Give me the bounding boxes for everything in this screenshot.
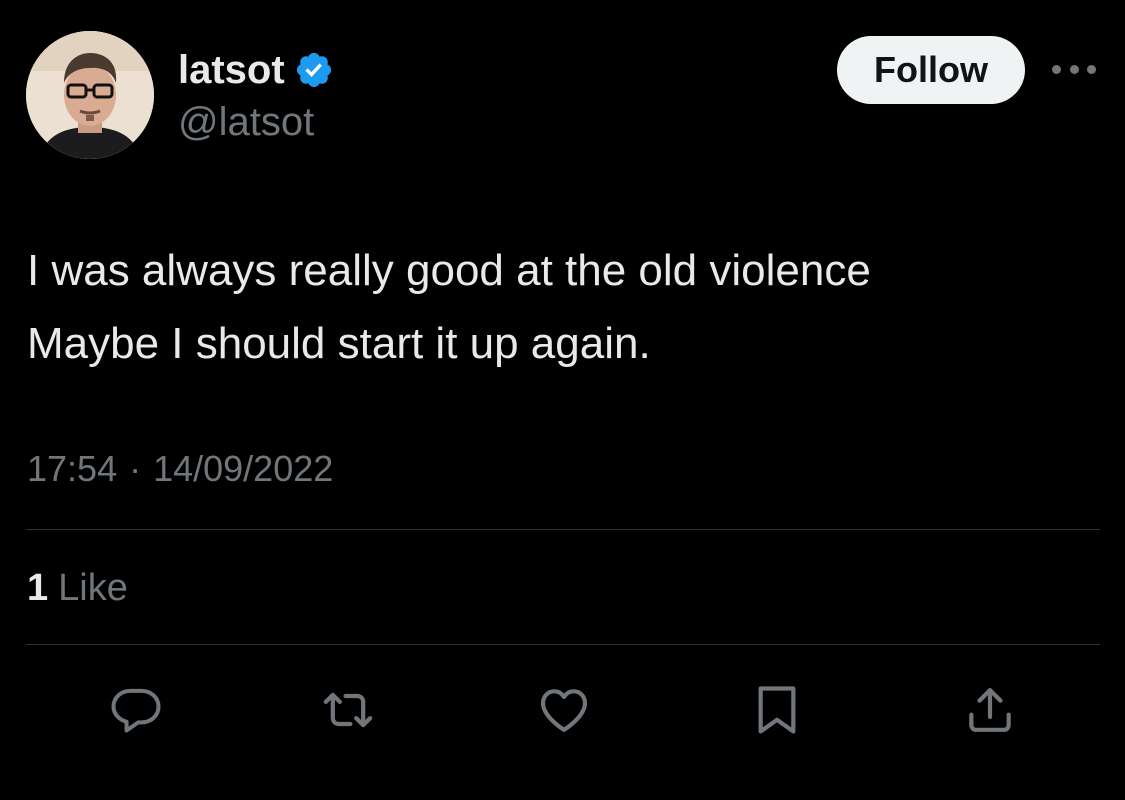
timestamp-separator: · xyxy=(129,448,142,489)
like-button[interactable] xyxy=(534,680,594,740)
user-handle[interactable]: @latsot xyxy=(178,98,314,146)
profile-photo xyxy=(26,31,154,159)
more-dot xyxy=(1087,64,1096,74)
more-dot xyxy=(1069,64,1079,74)
more-options-icon[interactable] xyxy=(1052,58,1096,80)
heart-icon xyxy=(540,689,588,732)
likes-count: 1 xyxy=(27,567,49,609)
share-button[interactable] xyxy=(960,680,1020,740)
display-name[interactable]: latsot xyxy=(178,46,285,94)
tweet-line: Maybe I should start it up again. xyxy=(27,319,651,368)
reply-button[interactable] xyxy=(106,680,166,740)
bookmark-icon xyxy=(758,686,796,734)
retweet-icon xyxy=(323,692,373,728)
more-dot xyxy=(1052,64,1061,74)
tweet-text: I was always really good at the old viol… xyxy=(27,234,1097,380)
tweet-action-bar xyxy=(0,680,1125,740)
bookmark-button[interactable] xyxy=(747,680,807,740)
likes-label: Like xyxy=(58,567,128,609)
divider xyxy=(26,529,1100,530)
avatar[interactable] xyxy=(26,31,154,159)
author-name-row[interactable]: latsot xyxy=(178,46,334,94)
follow-button[interactable]: Follow xyxy=(837,36,1025,104)
tweet-line: I was always really good at the old viol… xyxy=(27,246,871,295)
tweet-date: 14/09/2022 xyxy=(153,448,334,489)
share-icon xyxy=(969,688,1011,732)
retweet-button[interactable] xyxy=(318,680,378,740)
divider xyxy=(26,644,1100,645)
likes-stat[interactable]: 1 Like xyxy=(27,565,128,611)
verified-badge-icon xyxy=(294,50,334,90)
tweet-time: 17:54 xyxy=(27,448,118,489)
reply-icon xyxy=(111,688,161,733)
tweet-timestamp[interactable]: 17:54 · 14/09/2022 xyxy=(27,446,333,492)
